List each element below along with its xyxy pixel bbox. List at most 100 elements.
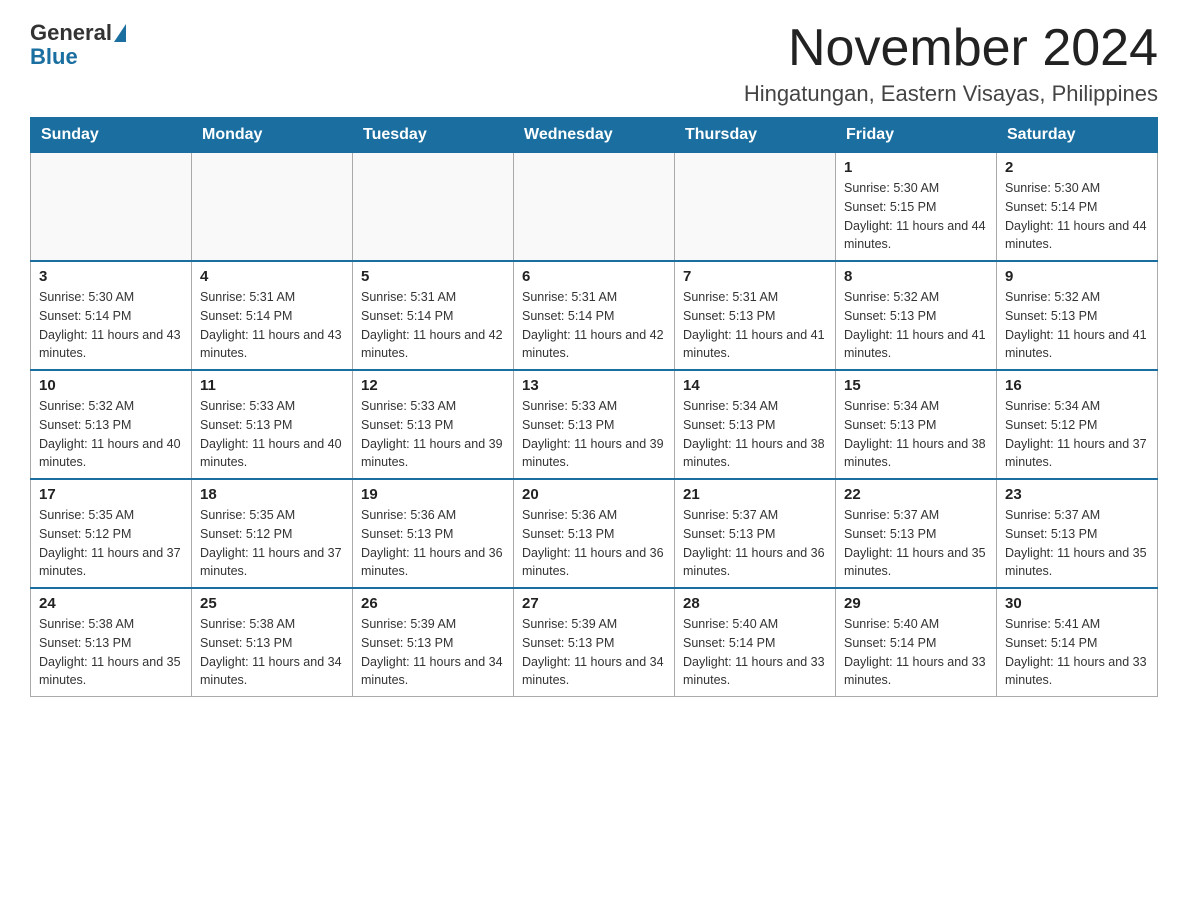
day-of-week-header: Thursday [675, 118, 836, 153]
sun-info: Sunrise: 5:36 AMSunset: 5:13 PMDaylight:… [522, 506, 666, 581]
day-number: 4 [200, 268, 344, 285]
day-number: 23 [1005, 486, 1149, 503]
calendar-cell: 26Sunrise: 5:39 AMSunset: 5:13 PMDayligh… [353, 588, 514, 697]
sun-info: Sunrise: 5:32 AMSunset: 5:13 PMDaylight:… [1005, 288, 1149, 363]
calendar-cell: 17 Sunrise: 5:35 AMSunset: 5:12 PMDayligh… [31, 479, 192, 588]
calendar-cell: 1 Sunrise: 5:30 AMSunset: 5:15 PMDaylight… [836, 153, 997, 262]
sun-info: Sunrise: 5:31 AMSunset: 5:13 PMDaylight:… [683, 288, 827, 363]
day-number: 10 [39, 377, 183, 394]
sun-info: Sunrise: 5:37 AMSunset: 5:13 PMDaylight:… [844, 506, 988, 581]
day-number: 11 [200, 377, 344, 394]
calendar-cell: 6Sunrise: 5:31 AMSunset: 5:14 PMDaylight… [514, 261, 675, 370]
sun-info: Sunrise: 5:38 AMSunset: 5:13 PMDaylight:… [200, 615, 344, 690]
day-number: 26 [361, 595, 505, 612]
sun-info: Sunrise: 5:39 AMSunset: 5:13 PMDaylight:… [522, 615, 666, 690]
calendar-cell: 2 Sunrise: 5:30 AMSunset: 5:14 PMDaylight… [997, 153, 1158, 262]
day-number: 8 [844, 268, 988, 285]
calendar-cell [514, 153, 675, 262]
day-number: 21 [683, 486, 827, 503]
sun-info: Sunrise: 5:30 AMSunset: 5:14 PMDaylight:… [39, 288, 183, 363]
calendar-cell: 18 Sunrise: 5:35 AMSunset: 5:12 PMDayligh… [192, 479, 353, 588]
calendar-cell [31, 153, 192, 262]
day-number: 20 [522, 486, 666, 503]
day-number: 2 [1005, 159, 1149, 176]
calendar-week-row: 17 Sunrise: 5:35 AMSunset: 5:12 PMDayligh… [31, 479, 1158, 588]
sun-info: Sunrise: 5:33 AMSunset: 5:13 PMDaylight:… [522, 397, 666, 472]
sun-info: Sunrise: 5:33 AMSunset: 5:13 PMDaylight:… [200, 397, 344, 472]
logo-triangle-icon [114, 24, 126, 42]
day-number: 1 [844, 159, 988, 176]
sun-info: Sunrise: 5:41 AMSunset: 5:14 PMDaylight:… [1005, 615, 1149, 690]
sun-info: Sunrise: 5:31 AMSunset: 5:14 PMDaylight:… [361, 288, 505, 363]
day-number: 7 [683, 268, 827, 285]
calendar-cell [353, 153, 514, 262]
sun-info: Sunrise: 5:34 AMSunset: 5:13 PMDaylight:… [844, 397, 988, 472]
calendar-cell: 4 Sunrise: 5:31 AMSunset: 5:14 PMDaylight… [192, 261, 353, 370]
calendar-cell: 28 Sunrise: 5:40 AMSunset: 5:14 PMDayligh… [675, 588, 836, 697]
sun-info: Sunrise: 5:31 AMSunset: 5:14 PMDaylight:… [200, 288, 344, 363]
calendar-cell: 12 Sunrise: 5:33 AMSunset: 5:13 PMDayligh… [353, 370, 514, 479]
day-of-week-header: Friday [836, 118, 997, 153]
sun-info: Sunrise: 5:30 AMSunset: 5:15 PMDaylight:… [844, 179, 988, 254]
calendar-cell [192, 153, 353, 262]
day-number: 9 [1005, 268, 1149, 285]
sun-info: Sunrise: 5:30 AMSunset: 5:14 PMDaylight:… [1005, 179, 1149, 254]
sun-info: Sunrise: 5:34 AMSunset: 5:13 PMDaylight:… [683, 397, 827, 472]
calendar-cell: 27 Sunrise: 5:39 AMSunset: 5:13 PMDayligh… [514, 588, 675, 697]
calendar-cell: 8Sunrise: 5:32 AMSunset: 5:13 PMDaylight… [836, 261, 997, 370]
sun-info: Sunrise: 5:31 AMSunset: 5:14 PMDaylight:… [522, 288, 666, 363]
day-of-week-header: Sunday [31, 118, 192, 153]
sun-info: Sunrise: 5:37 AMSunset: 5:13 PMDaylight:… [1005, 506, 1149, 581]
day-number: 30 [1005, 595, 1149, 612]
day-number: 17 [39, 486, 183, 503]
calendar-cell: 14 Sunrise: 5:34 AMSunset: 5:13 PMDayligh… [675, 370, 836, 479]
calendar-cell: 29 Sunrise: 5:40 AMSunset: 5:14 PMDayligh… [836, 588, 997, 697]
calendar-week-row: 24Sunrise: 5:38 AMSunset: 5:13 PMDayligh… [31, 588, 1158, 697]
calendar-week-row: 1 Sunrise: 5:30 AMSunset: 5:15 PMDaylight… [31, 153, 1158, 262]
day-number: 28 [683, 595, 827, 612]
day-number: 12 [361, 377, 505, 394]
day-number: 29 [844, 595, 988, 612]
calendar-cell: 7 Sunrise: 5:31 AMSunset: 5:13 PMDaylight… [675, 261, 836, 370]
day-number: 14 [683, 377, 827, 394]
calendar-cell [675, 153, 836, 262]
sun-info: Sunrise: 5:35 AMSunset: 5:12 PMDaylight:… [200, 506, 344, 581]
sun-info: Sunrise: 5:37 AMSunset: 5:13 PMDaylight:… [683, 506, 827, 581]
page-header: General Blue November 2024 Hingatungan, … [30, 20, 1158, 107]
day-number: 18 [200, 486, 344, 503]
logo-blue-text: Blue [30, 44, 78, 70]
calendar-table: SundayMondayTuesdayWednesdayThursdayFrid… [30, 117, 1158, 697]
sun-info: Sunrise: 5:38 AMSunset: 5:13 PMDaylight:… [39, 615, 183, 690]
calendar-cell: 21 Sunrise: 5:37 AMSunset: 5:13 PMDayligh… [675, 479, 836, 588]
sun-info: Sunrise: 5:34 AMSunset: 5:12 PMDaylight:… [1005, 397, 1149, 472]
day-number: 5 [361, 268, 505, 285]
calendar-cell: 11 Sunrise: 5:33 AMSunset: 5:13 PMDayligh… [192, 370, 353, 479]
day-number: 27 [522, 595, 666, 612]
sun-info: Sunrise: 5:40 AMSunset: 5:14 PMDaylight:… [683, 615, 827, 690]
calendar-cell: 5 Sunrise: 5:31 AMSunset: 5:14 PMDaylight… [353, 261, 514, 370]
sun-info: Sunrise: 5:40 AMSunset: 5:14 PMDaylight:… [844, 615, 988, 690]
day-number: 22 [844, 486, 988, 503]
calendar-cell: 9 Sunrise: 5:32 AMSunset: 5:13 PMDaylight… [997, 261, 1158, 370]
calendar-cell: 15 Sunrise: 5:34 AMSunset: 5:13 PMDayligh… [836, 370, 997, 479]
day-of-week-header: Wednesday [514, 118, 675, 153]
calendar-cell: 3 Sunrise: 5:30 AMSunset: 5:14 PMDaylight… [31, 261, 192, 370]
calendar-cell: 22 Sunrise: 5:37 AMSunset: 5:13 PMDayligh… [836, 479, 997, 588]
location-subtitle: Hingatungan, Eastern Visayas, Philippine… [744, 81, 1158, 107]
sun-info: Sunrise: 5:33 AMSunset: 5:13 PMDaylight:… [361, 397, 505, 472]
calendar-cell: 19Sunrise: 5:36 AMSunset: 5:13 PMDayligh… [353, 479, 514, 588]
logo: General Blue [30, 20, 126, 70]
day-number: 16 [1005, 377, 1149, 394]
calendar-cell: 23 Sunrise: 5:37 AMSunset: 5:13 PMDayligh… [997, 479, 1158, 588]
calendar-week-row: 3 Sunrise: 5:30 AMSunset: 5:14 PMDaylight… [31, 261, 1158, 370]
calendar-cell: 10Sunrise: 5:32 AMSunset: 5:13 PMDayligh… [31, 370, 192, 479]
month-title: November 2024 [744, 20, 1158, 77]
calendar-cell: 30 Sunrise: 5:41 AMSunset: 5:14 PMDayligh… [997, 588, 1158, 697]
day-number: 13 [522, 377, 666, 394]
sun-info: Sunrise: 5:35 AMSunset: 5:12 PMDaylight:… [39, 506, 183, 581]
calendar-cell: 24Sunrise: 5:38 AMSunset: 5:13 PMDayligh… [31, 588, 192, 697]
day-number: 15 [844, 377, 988, 394]
day-number: 3 [39, 268, 183, 285]
calendar-week-row: 10Sunrise: 5:32 AMSunset: 5:13 PMDayligh… [31, 370, 1158, 479]
title-block: November 2024 Hingatungan, Eastern Visay… [744, 20, 1158, 107]
